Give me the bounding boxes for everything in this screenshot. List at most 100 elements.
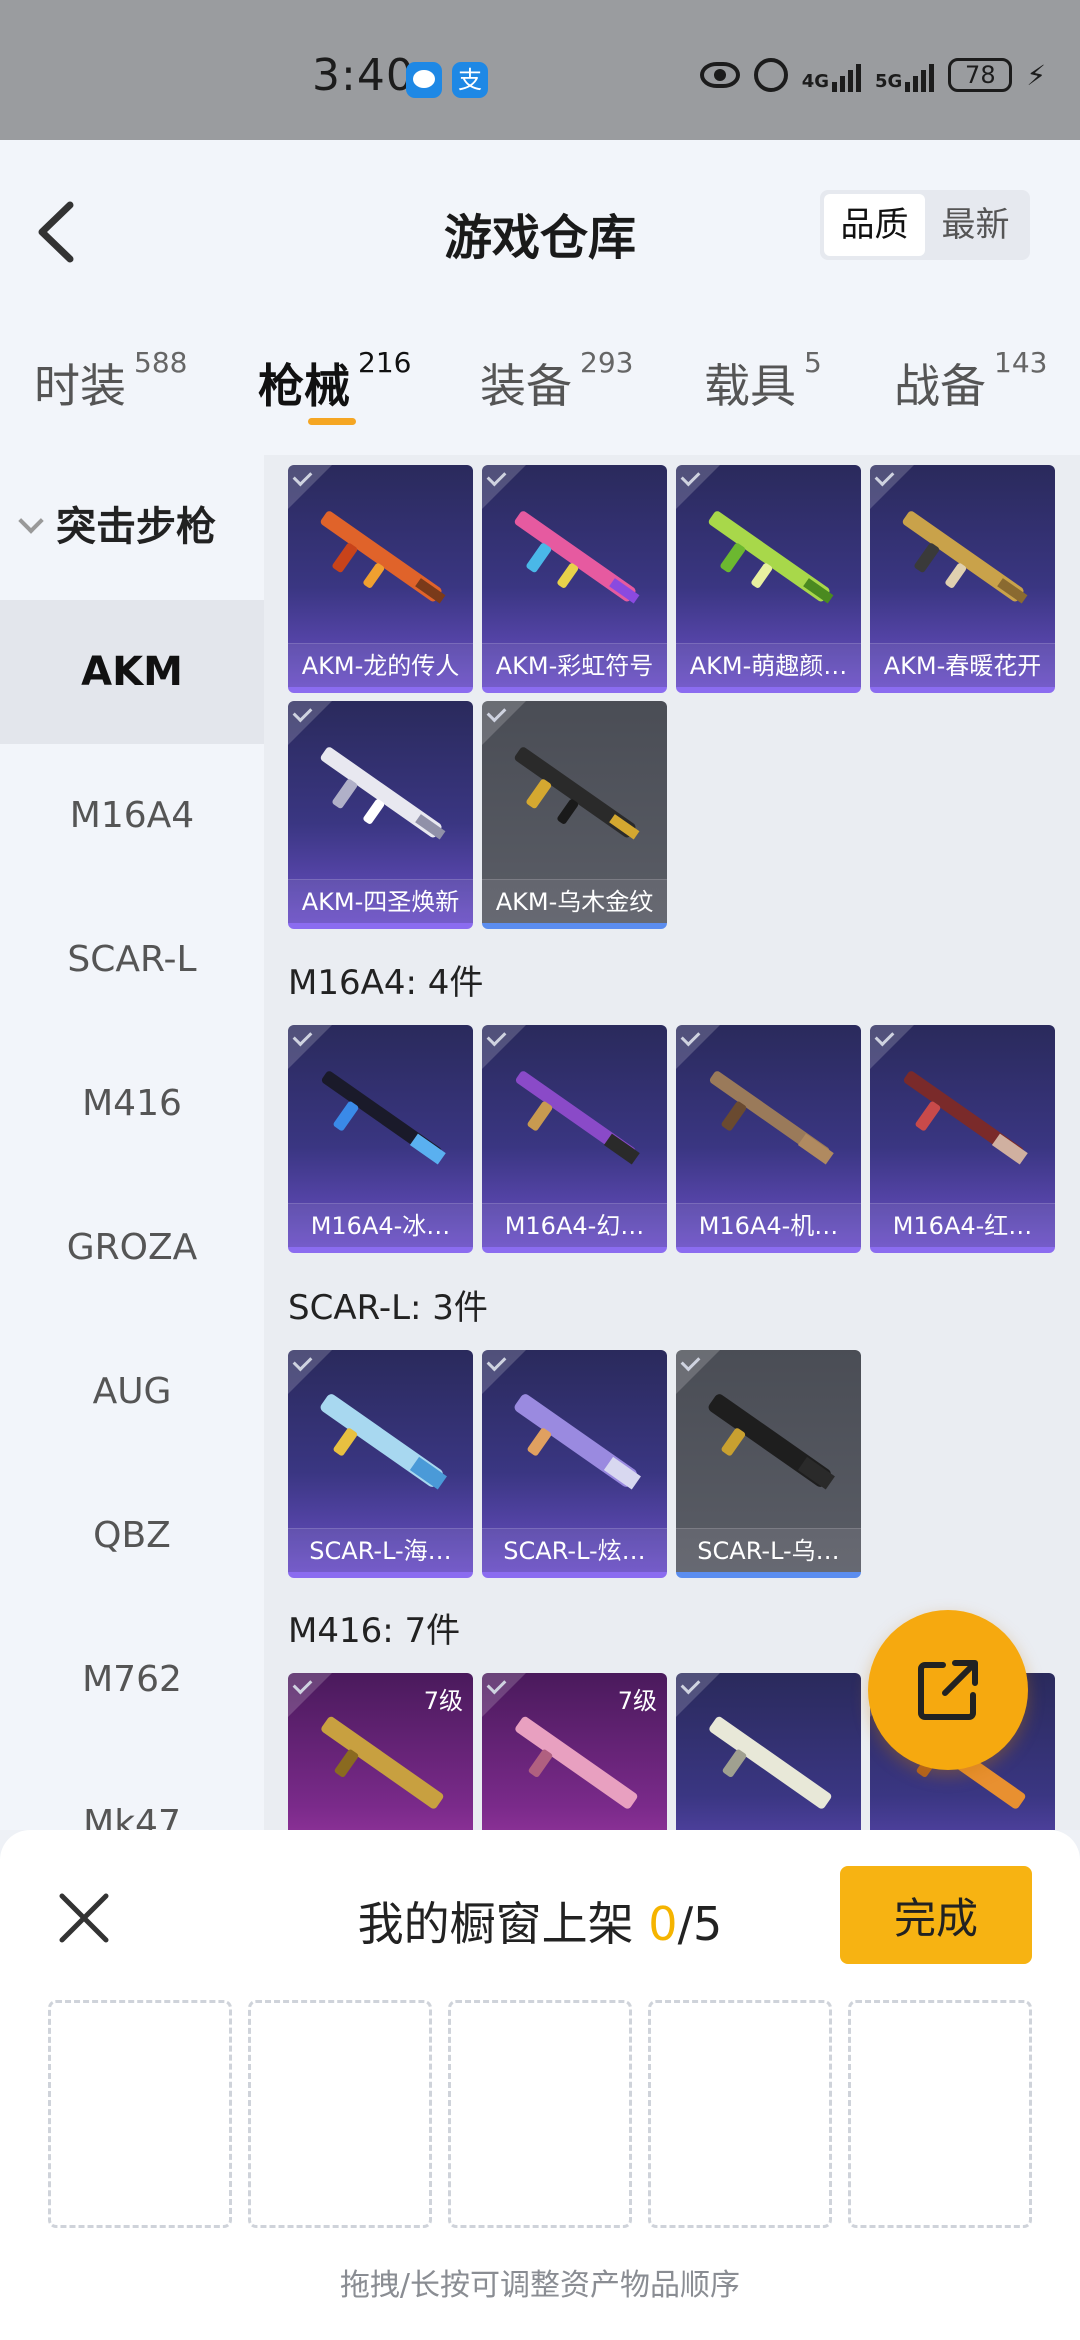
sidebar-item-m762[interactable]: M762 bbox=[0, 1608, 264, 1752]
sort-toggle: 品质 最新 bbox=[820, 190, 1030, 260]
weapon-card[interactable]: AKM-春暖花开 bbox=[870, 465, 1055, 693]
done-button[interactable]: 完成 bbox=[840, 1866, 1032, 1964]
sort-by-newest[interactable]: 最新 bbox=[925, 194, 1026, 256]
weapon-sidebar: 突击步枪 AKM M16A4 SCAR-L M416 GROZA AUG QBZ… bbox=[0, 455, 264, 1830]
rifle-icon bbox=[708, 511, 834, 604]
rifle-icon bbox=[902, 511, 1028, 604]
external-link-icon bbox=[918, 1660, 978, 1720]
alipay-app-icon: 支 bbox=[452, 62, 488, 98]
empty-slot[interactable] bbox=[648, 2000, 832, 2228]
showcase-slots bbox=[48, 2000, 1032, 2228]
tab-label: 枪械 bbox=[258, 359, 350, 413]
rifle-icon bbox=[321, 1716, 444, 1809]
tab-count: 216 bbox=[358, 346, 412, 379]
rifle-icon bbox=[321, 1071, 446, 1165]
weapon-card-label: AKM-乌木金纹 bbox=[482, 879, 667, 923]
weapon-card-label: AKM-彩虹符号 bbox=[482, 643, 667, 687]
weapon-card-label: AKM-春暖花开 bbox=[870, 643, 1055, 687]
sidebar-item-aug[interactable]: AUG bbox=[0, 1320, 264, 1464]
tab-label: 战备 bbox=[894, 359, 986, 413]
rifle-icon bbox=[515, 1071, 640, 1165]
weapon-card-label: AKM-四圣焕新 bbox=[288, 879, 473, 923]
signal-5g-icon: 5G bbox=[875, 58, 935, 92]
weapon-card[interactable]: M16A4-机… bbox=[676, 1025, 861, 1253]
rifle-icon bbox=[514, 511, 640, 604]
tab-label: 载具 bbox=[704, 359, 796, 413]
status-time: 3:40 bbox=[312, 50, 415, 101]
showcase-total: /5 bbox=[677, 1897, 723, 1951]
weapon-card-label: M16A4-冰… bbox=[288, 1203, 473, 1247]
weapon-card[interactable] bbox=[676, 1673, 861, 1830]
app-header: 游戏仓库 品质 最新 bbox=[0, 140, 1080, 310]
tab-count: 293 bbox=[580, 346, 634, 379]
sidebar-item-akm[interactable]: AKM bbox=[0, 600, 264, 744]
sidebar-item-m16a4[interactable]: M16A4 bbox=[0, 744, 264, 888]
sidebar-item-mk47[interactable]: Mk47 bbox=[0, 1752, 264, 1830]
rifle-icon bbox=[709, 1071, 834, 1165]
tab-count: 143 bbox=[994, 346, 1048, 379]
weapon-card-label: AKM-龙的传人 bbox=[288, 643, 473, 687]
weapon-card-label: SCAR-L-乌… bbox=[676, 1528, 861, 1572]
signal-4g-icon: 4G bbox=[801, 58, 862, 92]
share-button[interactable] bbox=[868, 1610, 1028, 1770]
weapon-card[interactable]: AKM-龙的传人 bbox=[288, 465, 473, 693]
weapon-card[interactable]: AKM-四圣焕新 bbox=[288, 701, 473, 929]
rifle-icon bbox=[320, 511, 446, 604]
status-bar: 3:40 支 4G 5G 78 ⚡ bbox=[0, 0, 1080, 140]
charging-icon: ⚡ bbox=[1026, 58, 1046, 92]
weapon-card[interactable]: M16A4-冰… bbox=[288, 1025, 473, 1253]
showcase-count: 0 bbox=[648, 1897, 678, 1951]
weapon-card[interactable]: AKM-萌趣颜… bbox=[676, 465, 861, 693]
rifle-icon bbox=[515, 1716, 638, 1809]
rifle-icon bbox=[514, 747, 640, 840]
weapon-card-label: M16A4-机… bbox=[676, 1203, 861, 1247]
showcase-sheet: 我的橱窗上架 0/5 完成 拖拽/长按可调整资产物品顺序 bbox=[0, 1830, 1080, 2340]
tab-count: 5 bbox=[804, 346, 822, 379]
tab-equipment[interactable]: 装备 293 bbox=[480, 346, 633, 416]
sidebar-item-scar-l[interactable]: SCAR-L bbox=[0, 888, 264, 1032]
weapon-card-label: SCAR-L-海… bbox=[288, 1528, 473, 1572]
sidebar-item-m416[interactable]: M416 bbox=[0, 1032, 264, 1176]
group-title-m416: M416: 7件 bbox=[288, 1611, 461, 1651]
network-type-label: 5G bbox=[875, 71, 903, 92]
weapon-card-label: M16A4-幻… bbox=[482, 1203, 667, 1247]
empty-slot[interactable] bbox=[448, 2000, 632, 2228]
category-tabs: 时装 588 枪械 216 装备 293 载具 5 战备 143 bbox=[0, 310, 1080, 455]
chevron-down-icon bbox=[18, 508, 44, 534]
weapon-card[interactable]: AKM-乌木金纹 bbox=[482, 701, 667, 929]
active-tab-indicator bbox=[308, 418, 356, 425]
weapon-card[interactable]: 7级 bbox=[482, 1673, 667, 1830]
rifle-icon bbox=[903, 1071, 1028, 1165]
tab-vehicles[interactable]: 载具 5 bbox=[704, 346, 822, 416]
tab-fashion[interactable]: 时装 588 bbox=[34, 346, 187, 416]
sidebar-item-qbz[interactable]: QBZ bbox=[0, 1464, 264, 1608]
tab-firearms[interactable]: 枪械 216 bbox=[258, 346, 411, 416]
weapon-card[interactable]: SCAR-L-海… bbox=[288, 1350, 473, 1578]
eye-icon bbox=[699, 62, 740, 88]
empty-slot[interactable] bbox=[48, 2000, 232, 2228]
battery-icon: 78 bbox=[948, 58, 1013, 92]
empty-slot[interactable] bbox=[248, 2000, 432, 2228]
alarm-icon bbox=[753, 58, 788, 92]
sidebar-item-groza[interactable]: GROZA bbox=[0, 1176, 264, 1320]
weapon-card[interactable]: AKM-彩虹符号 bbox=[482, 465, 667, 693]
weapon-card[interactable]: SCAR-L-乌… bbox=[676, 1350, 861, 1578]
sort-by-quality[interactable]: 品质 bbox=[824, 194, 925, 256]
weapon-card-label: SCAR-L-炫… bbox=[482, 1528, 667, 1572]
group-title-m16a4: M16A4: 4件 bbox=[288, 963, 484, 1003]
tab-label: 时装 bbox=[34, 359, 126, 413]
rifle-icon bbox=[320, 747, 446, 840]
reorder-hint: 拖拽/长按可调整资产物品顺序 bbox=[339, 2268, 741, 2303]
weapon-card[interactable]: M16A4-红… bbox=[870, 1025, 1055, 1253]
tab-combat-gear[interactable]: 战备 143 bbox=[894, 346, 1047, 416]
weapon-card[interactable]: M16A4-幻… bbox=[482, 1025, 667, 1253]
weapon-card[interactable]: 7级 bbox=[288, 1673, 473, 1830]
group-title-scar-l: SCAR-L: 3件 bbox=[288, 1288, 488, 1328]
rifle-icon bbox=[709, 1716, 832, 1809]
network-type-label: 4G bbox=[801, 71, 830, 92]
message-app-icon bbox=[406, 62, 442, 98]
showcase-title-text: 我的橱窗上架 bbox=[357, 1897, 649, 1951]
weapon-card[interactable]: SCAR-L-炫… bbox=[482, 1350, 667, 1578]
empty-slot[interactable] bbox=[848, 2000, 1032, 2228]
category-dropdown[interactable]: 突击步枪 bbox=[0, 455, 264, 600]
